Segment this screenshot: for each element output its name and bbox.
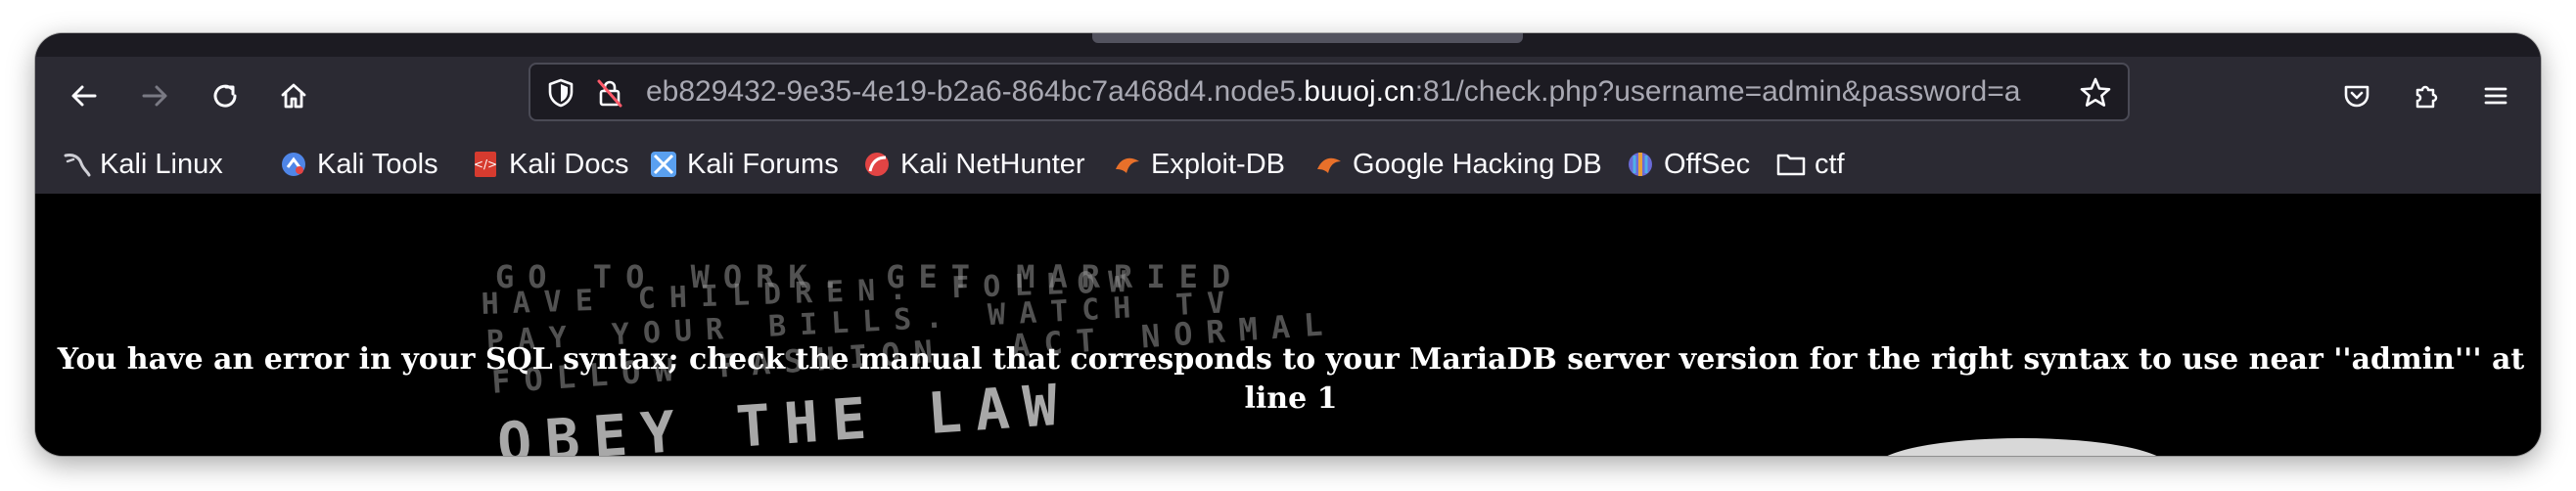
bookmark-offsec[interactable]: OffSec <box>1625 135 1750 194</box>
bookmark-kali-linux[interactable]: Kali Linux <box>61 135 223 194</box>
folder-icon <box>1775 149 1807 180</box>
bookmark-label: Google Hacking DB <box>1353 148 1602 180</box>
bookmark-label: OffSec <box>1664 148 1751 180</box>
nethunter-icon <box>861 149 893 180</box>
kali-dragon-icon <box>61 149 92 180</box>
ghdb-icon <box>1313 149 1345 180</box>
bookmark-star-icon[interactable] <box>2077 74 2114 112</box>
url-suffix: :81/check.php?username=admin&password=a <box>1414 75 2021 108</box>
arrow-left-icon <box>71 85 97 107</box>
forward-button[interactable] <box>131 72 178 119</box>
kali-docs-icon: </> <box>470 149 501 180</box>
bookmark-kali-nethunter[interactable]: Kali NetHunter <box>861 135 1085 194</box>
bookmark-label: Kali Docs <box>509 148 629 180</box>
background-shape <box>1875 438 2169 456</box>
kali-forums-icon <box>648 149 679 180</box>
url-prefix: eb829432-9e35-4e19-b2a6-864bc7a468d4.nod… <box>646 75 1305 108</box>
pocket-button[interactable] <box>2333 72 2380 119</box>
sql-error-message: You have an error in your SQL syntax; ch… <box>57 342 2525 416</box>
bookmark-label: Kali Tools <box>317 148 438 180</box>
bookmark-kali-forums[interactable]: Kali Forums <box>648 135 839 194</box>
bookmark-label: ctf <box>1815 148 1845 180</box>
browser-window: eb829432-9e35-4e19-b2a6-864bc7a468d4.nod… <box>35 33 2541 456</box>
bookmark-google-hacking-db[interactable]: Google Hacking DB <box>1313 135 1602 194</box>
home-button[interactable] <box>270 72 317 119</box>
page-content: GO TO WORK. GET MARRIED HAVE CHILDREN. F… <box>35 194 2541 456</box>
url-host: buuoj.cn <box>1304 75 1415 108</box>
extensions-button[interactable] <box>2404 72 2451 119</box>
bookmarks-toolbar: Kali Linux Kali Tools </> Kali Docs Kali… <box>35 135 2541 194</box>
reload-button[interactable] <box>202 72 249 119</box>
kali-tools-icon <box>278 149 309 180</box>
bookmark-folder-ctf[interactable]: ctf <box>1775 135 1845 194</box>
exploit-db-icon <box>1112 149 1143 180</box>
bookmark-kali-docs[interactable]: </> Kali Docs <box>470 135 629 194</box>
navigation-toolbar: eb829432-9e35-4e19-b2a6-864bc7a468d4.nod… <box>35 57 2541 135</box>
reload-icon <box>213 84 237 108</box>
url-text[interactable]: eb829432-9e35-4e19-b2a6-864bc7a468d4.nod… <box>646 65 2055 119</box>
shield-icon[interactable] <box>542 74 579 112</box>
pocket-icon <box>2344 85 2369 108</box>
active-tab[interactable] <box>1092 33 1523 43</box>
bookmark-exploit-db[interactable]: Exploit-DB <box>1112 135 1285 194</box>
menu-icon <box>2484 87 2507 105</box>
home-icon <box>281 83 306 109</box>
bookmark-label: Kali Forums <box>687 148 839 180</box>
bookmark-kali-tools[interactable]: Kali Tools <box>278 135 438 194</box>
extensions-icon <box>2415 85 2438 109</box>
insecure-lock-icon[interactable] <box>591 74 628 112</box>
offsec-icon <box>1625 149 1656 180</box>
bookmark-label: Kali Linux <box>100 148 223 180</box>
arrow-right-icon <box>142 85 167 107</box>
bookmark-label: Kali NetHunter <box>900 148 1085 180</box>
tab-strip <box>35 33 2541 57</box>
back-button[interactable] <box>61 72 108 119</box>
url-bar[interactable]: eb829432-9e35-4e19-b2a6-864bc7a468d4.nod… <box>529 63 2130 121</box>
app-menu-button[interactable] <box>2472 72 2519 119</box>
bookmark-label: Exploit-DB <box>1151 148 1285 180</box>
svg-text:</>: </> <box>474 157 497 171</box>
